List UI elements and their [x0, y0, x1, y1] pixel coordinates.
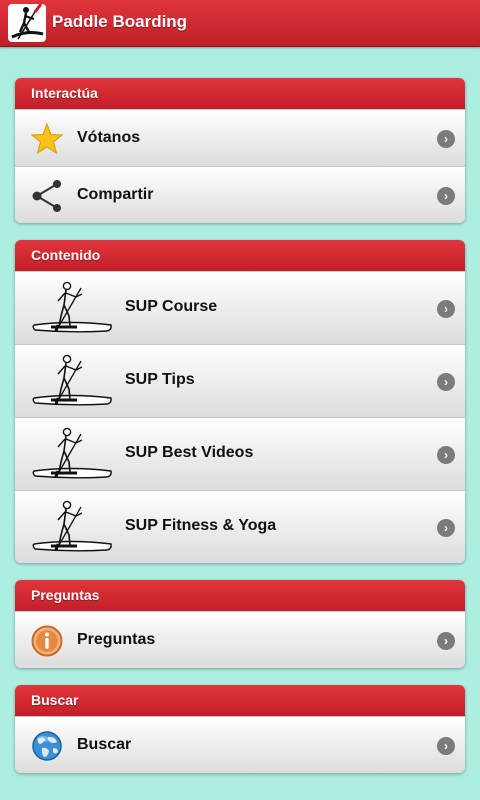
group-preguntas: Preguntas Preguntas ›	[15, 580, 465, 668]
chevron-right-icon: ›	[437, 737, 455, 755]
star-icon	[31, 123, 63, 155]
paddleboarder-icon	[31, 353, 113, 411]
chevron-right-icon: ›	[437, 446, 455, 464]
chevron-right-icon: ›	[437, 373, 455, 391]
group-header: Interactúa	[15, 78, 465, 109]
list-item-sup-fitness-yoga[interactable]: SUP Fitness & Yoga ›	[15, 490, 465, 563]
list-item-label: SUP Tips	[125, 371, 195, 388]
list-item-label: SUP Fitness & Yoga	[125, 517, 277, 534]
group-header: Contenido	[15, 240, 465, 271]
paddleboarder-icon	[31, 426, 113, 484]
group-contenido: Contenido SUP Course › SUP Tips › SUP Be…	[15, 240, 465, 563]
list-item-label: Vótanos	[77, 129, 141, 146]
chevron-right-icon: ›	[437, 130, 455, 148]
paddleboarder-icon	[31, 499, 113, 557]
list-item-buscar[interactable]: Buscar ›	[15, 716, 465, 773]
list-item-sup-course[interactable]: SUP Course ›	[15, 271, 465, 344]
group-buscar: Buscar Buscar ›	[15, 685, 465, 773]
chevron-right-icon: ›	[437, 300, 455, 318]
chevron-right-icon: ›	[437, 632, 455, 650]
list-item-label: Buscar	[77, 736, 132, 753]
list-item-label: SUP Course	[125, 298, 218, 315]
group-header: Buscar	[15, 685, 465, 716]
paddleboarder-icon	[31, 280, 113, 338]
list-item-sup-tips[interactable]: SUP Tips ›	[15, 344, 465, 417]
list-item-compartir[interactable]: Compartir ›	[15, 166, 465, 223]
chevron-right-icon: ›	[437, 519, 455, 537]
title-bar: Paddle Boarding	[0, 0, 480, 47]
group-header: Preguntas	[15, 580, 465, 611]
group-interactua: Interactúa Vótanos › Compartir ›	[15, 78, 465, 223]
globe-icon	[32, 731, 62, 761]
app-title: Paddle Boarding	[52, 12, 188, 31]
chevron-right-icon: ›	[437, 187, 455, 205]
info-icon	[31, 625, 63, 657]
list-item-preguntas[interactable]: Preguntas ›	[15, 611, 465, 668]
paddleboarder-icon	[8, 4, 46, 42]
list-item-sup-best-videos[interactable]: SUP Best Videos ›	[15, 417, 465, 490]
list-item-label: Preguntas	[77, 631, 156, 648]
list-item-label: SUP Best Videos	[125, 444, 254, 461]
list-item-votanos[interactable]: Vótanos ›	[15, 109, 465, 166]
share-icon	[32, 180, 61, 212]
list-item-label: Compartir	[77, 186, 154, 203]
